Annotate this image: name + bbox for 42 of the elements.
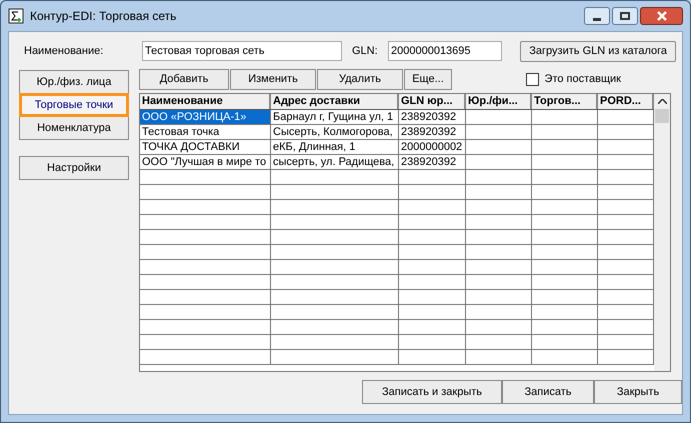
table-cell: 2000000002 xyxy=(399,140,466,154)
table-cell: ТОЧКА ДОСТАВКИ xyxy=(140,140,271,154)
table-cell: еКБ, Длинная, 1 xyxy=(271,140,399,154)
footer-button[interactable]: Записать и закрыть xyxy=(362,380,502,404)
table-cell: 238920392 xyxy=(399,155,466,169)
side-tab[interactable]: Торговые точки xyxy=(19,93,129,117)
supplier-checkbox[interactable]: Это поставщик xyxy=(526,70,621,88)
toolbar-button[interactable]: Еще... xyxy=(404,68,452,90)
toolbar-button[interactable]: Изменить xyxy=(230,68,316,90)
gln-field[interactable]: 2000000013695 xyxy=(388,41,502,61)
app-icon xyxy=(8,8,24,24)
footer-button[interactable]: Закрыть xyxy=(594,380,682,404)
name-label: Наименование: xyxy=(24,44,104,59)
column-header[interactable]: Адрес доставки xyxy=(271,94,399,109)
table-cell: ООО "Лучшая в мире то xyxy=(140,155,271,169)
column-header[interactable]: Торгов... xyxy=(532,94,598,109)
side-tab[interactable]: Номенклатура xyxy=(19,116,129,140)
table-cell: Тестовая точка xyxy=(140,125,271,139)
close-icon xyxy=(656,11,668,21)
table-cell: Сысерть, Колмогорова, xyxy=(271,125,399,139)
table-cell: ООО «РОЗНИЦА-1» xyxy=(140,110,271,124)
table-cell: сысерть, ул. Радищева, xyxy=(271,155,399,169)
table-cell: Барнаул г, Гущина ул, 1 xyxy=(271,110,399,124)
toolbar-button[interactable]: Добавить xyxy=(139,68,229,90)
close-button[interactable] xyxy=(640,7,683,25)
scroll-up-icon[interactable] xyxy=(658,99,666,104)
scrollbar-thumb[interactable] xyxy=(655,109,669,123)
gln-label: GLN: xyxy=(352,44,379,59)
column-header[interactable]: Юр./фи... xyxy=(466,94,532,109)
settings-button[interactable]: Настройки xyxy=(19,156,129,180)
minimize-button[interactable] xyxy=(584,7,610,25)
table-cell: 238920392 xyxy=(399,110,466,124)
footer-button[interactable]: Записать xyxy=(502,380,594,404)
name-field[interactable]: Тестовая торговая сеть xyxy=(142,41,342,61)
side-tab[interactable]: Юр./физ. лица xyxy=(19,70,129,94)
load-gln-button[interactable]: Загрузить GLN из каталога xyxy=(520,40,676,62)
column-header[interactable]: GLN юр... xyxy=(399,94,466,109)
table-cell: 238920392 xyxy=(399,125,466,139)
maximize-button[interactable] xyxy=(612,7,638,25)
toolbar-button[interactable]: Удалить xyxy=(317,68,403,90)
window-title: Контур-EDI: Торговая сеть xyxy=(30,8,176,25)
scrollbar[interactable] xyxy=(654,94,670,371)
